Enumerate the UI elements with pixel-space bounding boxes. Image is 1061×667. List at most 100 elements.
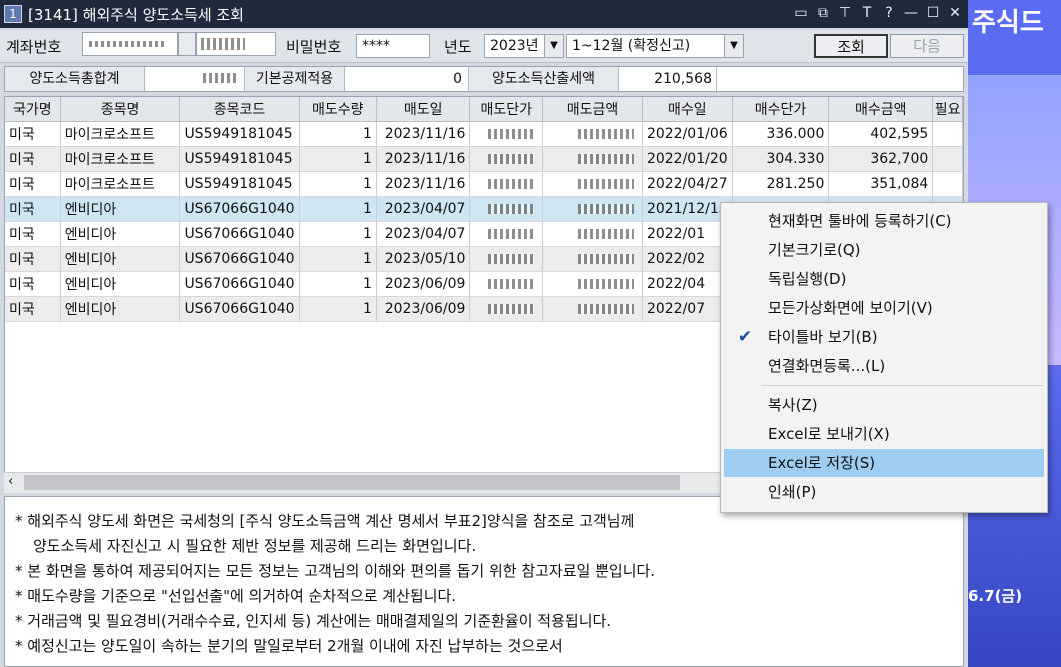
column-header[interactable]: 매도금액 <box>542 97 643 122</box>
buy-amount-cell: 362,700 <box>828 146 934 172</box>
filter-bar: 계좌번호 비밀번호 **** 년도 2023년 ▼ 1~12월 (확정신고) ▼… <box>0 30 968 63</box>
expense-cell <box>932 146 963 172</box>
password-field[interactable]: **** <box>356 34 430 58</box>
code-cell: US5949181045 <box>179 171 300 197</box>
context-menu-item[interactable]: 연결화면등록...(L) <box>724 352 1044 380</box>
account-number-field[interactable] <box>82 32 178 56</box>
close-icon[interactable]: ✕ <box>946 4 964 22</box>
context-menu-item-label: 복사(Z) <box>768 396 818 414</box>
title-bar-icons: ▭ ⧉ ⊤ T ? — ☐ ✕ <box>792 4 964 22</box>
context-menu-item-label: 기본크기로(Q) <box>768 241 861 259</box>
column-header[interactable]: 국가명 <box>5 97 61 122</box>
sell-amount-cell <box>542 196 643 222</box>
context-menu-item-label: 현재화면 툴바에 등록하기(C) <box>768 212 952 230</box>
name-cell: 엔비디아 <box>60 246 181 272</box>
context-menu-item[interactable]: 기본크기로(Q) <box>724 236 1044 264</box>
redacted-value <box>577 179 634 189</box>
code-cell: US67066G1040 <box>179 271 300 297</box>
ad-date-text: 6.7(금) <box>968 587 1023 605</box>
column-header[interactable]: 필요 <box>932 97 963 122</box>
sell-price-cell <box>469 121 544 147</box>
name-cell: 엔비디아 <box>60 221 181 247</box>
context-menu-item-label: 연결화면등록...(L) <box>768 357 886 375</box>
search-button[interactable]: 조회 <box>814 34 888 58</box>
country-cell: 미국 <box>5 296 61 322</box>
redacted-value <box>577 154 634 164</box>
context-menu-item-label: Excel로 저장(S) <box>768 454 876 472</box>
column-header[interactable]: 매도수량 <box>299 97 377 122</box>
context-menu-item[interactable]: 현재화면 툴바에 등록하기(C) <box>724 207 1044 235</box>
context-menu-item[interactable]: ✔ 타이틀바 보기(B) <box>724 323 1044 351</box>
sell-date-cell: 2023/11/16 <box>376 121 471 147</box>
redacted-value <box>577 304 634 314</box>
code-cell: US67066G1040 <box>179 246 300 272</box>
chevron-down-icon[interactable]: ▼ <box>724 35 743 57</box>
scroll-thumb[interactable] <box>24 475 680 490</box>
window-title: [3141] 해외주식 양도소득세 조회 <box>28 6 244 24</box>
context-menu-item[interactable]: 복사(Z) <box>724 391 1044 419</box>
account-label: 계좌번호 <box>6 38 62 56</box>
table-row[interactable]: 미국 마이크로소프트 US5949181045 1 2023/11/16 2022/04/… <box>5 171 963 197</box>
next-button[interactable]: 다음 <box>890 34 964 58</box>
restore-layout-icon[interactable]: ▭ <box>792 4 810 22</box>
redacted-value <box>577 254 634 264</box>
sell-date-cell: 2023/11/16 <box>376 146 471 172</box>
sell-date-cell: 2023/04/07 <box>376 221 471 247</box>
sell-amount-cell <box>542 271 643 297</box>
context-menu-item[interactable]: Excel로 보내기(X) <box>724 420 1044 448</box>
note-line: 양도소득세 자진신고 시 필요한 제반 정보를 제공해 드리는 화면입니다. <box>33 537 477 555</box>
menu-separator <box>761 385 1043 386</box>
column-header[interactable]: 매도단가 <box>469 97 544 122</box>
redacted-value <box>577 204 634 214</box>
code-cell: US5949181045 <box>179 121 300 147</box>
title-bar[interactable]: 1 [3141] 해외주식 양도소득세 조회 ▭ ⧉ ⊤ T ? — ☐ ✕ <box>0 0 968 28</box>
note-line: * 거래금액 및 필요경비(거래수수료, 인지세 등) 계산에는 매매결제일의 … <box>15 612 612 630</box>
pin-icon[interactable]: ⊤ <box>836 4 854 22</box>
quantity-cell: 1 <box>299 121 377 147</box>
column-header[interactable]: 매도일 <box>376 97 471 122</box>
country-cell: 미국 <box>5 121 61 147</box>
sell-price-cell <box>469 271 544 297</box>
name-cell: 마이크로소프트 <box>60 171 181 197</box>
column-header[interactable]: 종목코드 <box>179 97 300 122</box>
country-cell: 미국 <box>5 271 61 297</box>
buy-date-cell: 2022/02 <box>642 246 733 272</box>
buy-amount-cell: 402,595 <box>828 121 934 147</box>
help-icon[interactable]: ? <box>880 4 898 22</box>
context-menu-item[interactable]: 모든가상화면에 보이기(V) <box>724 294 1044 322</box>
buy-date-cell: 2022/04/27 <box>642 171 733 197</box>
sell-amount-cell <box>542 221 643 247</box>
scroll-left-icon[interactable]: ‹ <box>8 474 13 489</box>
context-menu-item[interactable]: Excel로 저장(S) <box>724 449 1044 477</box>
maximize-icon[interactable]: ☐ <box>924 4 942 22</box>
account-dropdown-button[interactable] <box>178 32 196 56</box>
year-select[interactable]: 2023년 ▼ <box>484 34 564 58</box>
column-header[interactable]: 매수단가 <box>732 97 830 122</box>
column-header[interactable]: 매수금액 <box>828 97 934 122</box>
period-select[interactable]: 1~12월 (확정신고) ▼ <box>566 34 744 58</box>
quantity-cell: 1 <box>299 196 377 222</box>
sell-price-cell <box>469 296 544 322</box>
column-header[interactable]: 매수일 <box>642 97 733 122</box>
column-header[interactable]: 종목명 <box>60 97 181 122</box>
font-icon[interactable]: T <box>858 4 876 22</box>
table-header: 국가명 종목명 종목코드 매도수량 매도일 매도단가 매도금액 매수일 매수단가… <box>5 97 963 122</box>
country-cell: 미국 <box>5 196 61 222</box>
ad-top-text: 주식드 <box>968 0 1061 75</box>
redacted-value <box>577 229 634 239</box>
buy-price-cell: 336.000 <box>732 121 830 147</box>
context-menu-item-label: Excel로 보내기(X) <box>768 425 890 443</box>
checkmark-icon: ✔ <box>737 327 753 347</box>
total-gain-label: 양도소득총합계 <box>5 67 145 91</box>
notes-panel: * 해외주식 양도세 화면은 국세청의 [주식 양도소득금액 계산 명세서 부표… <box>4 496 964 667</box>
copy-window-icon[interactable]: ⧉ <box>814 4 832 22</box>
context-menu-item[interactable]: 독립실행(D) <box>724 265 1044 293</box>
name-cell: 엔비디아 <box>60 296 181 322</box>
chevron-down-icon[interactable]: ▼ <box>544 35 563 57</box>
table-row[interactable]: 미국 마이크로소프트 US5949181045 1 2023/11/16 2022/01/… <box>5 146 963 172</box>
total-gain-value <box>145 67 245 91</box>
minimize-icon[interactable]: — <box>902 4 920 22</box>
table-row[interactable]: 미국 마이크로소프트 US5949181045 1 2023/11/16 2022/01/… <box>5 121 963 147</box>
context-menu-item[interactable]: 인쇄(P) <box>724 478 1044 506</box>
context-menu-item-label: 독립실행(D) <box>768 270 847 288</box>
